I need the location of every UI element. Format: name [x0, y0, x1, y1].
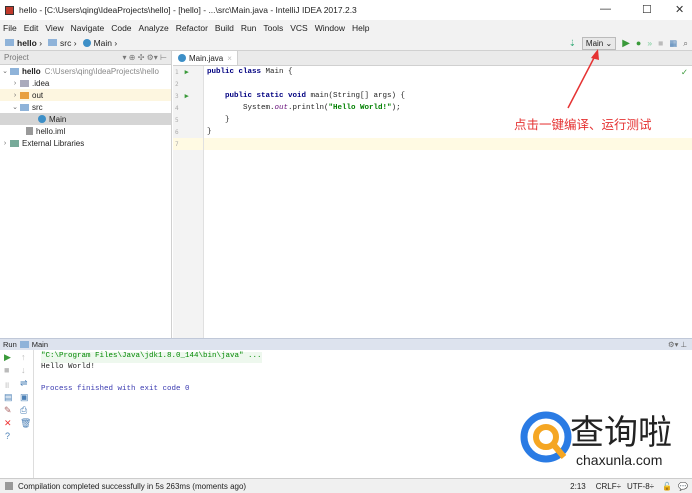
line-separator[interactable]: CRLF÷ [596, 482, 621, 491]
stop-button[interactable]: ■ [4, 365, 9, 375]
watermark-logo: 查询啦 chaxunla.com [518, 405, 688, 475]
breadcrumb-src[interactable]: src › [48, 38, 77, 48]
title-bar: hello - [C:\Users\qing\IdeaProjects\hell… [0, 0, 692, 20]
caret-position[interactable]: 2:13 [570, 482, 586, 491]
tab-main-java[interactable]: Main.java × [173, 51, 238, 65]
gutter: 1 ▶ 2 3 ▶ 4 5 6 7 [173, 66, 204, 338]
close-button[interactable]: ✕ [675, 3, 684, 16]
encoding[interactable]: UTF-8÷ [627, 482, 654, 491]
menu-file[interactable]: File [3, 23, 17, 33]
app-icon [5, 5, 14, 15]
coverage-button[interactable]: » [647, 38, 652, 48]
maximize-button[interactable]: ☐ [642, 3, 652, 16]
editor[interactable]: Main.java × 1 ▶ 2 3 ▶ 4 5 6 7 public class … [173, 51, 692, 338]
lock-icon[interactable]: 🔓 [662, 482, 672, 491]
console-output[interactable]: "C:\Program Files\Java\jdk1.8.0_144\bin\… [41, 352, 262, 396]
class-icon [178, 54, 186, 62]
rerun-button[interactable]: ▶ [4, 352, 11, 363]
soft-wrap-icon[interactable]: ⇌ [20, 378, 28, 389]
menu-refactor[interactable]: Refactor [176, 23, 208, 33]
watermark-url: chaxunla.com [576, 452, 663, 468]
menu-tools[interactable]: Tools [263, 23, 283, 33]
stop-button[interactable]: ■ [658, 38, 663, 48]
clear-icon[interactable]: 🗑 [20, 418, 31, 429]
tree-item-src[interactable]: ⌄ src [0, 101, 171, 113]
menu-edit[interactable]: Edit [24, 23, 39, 33]
tree-item-external-libraries[interactable]: › External Libraries [0, 137, 171, 149]
project-view-select[interactable]: Project [4, 53, 29, 62]
search-icon[interactable]: ⌕ [683, 38, 688, 49]
annotation-arrow [567, 49, 599, 109]
tree-item-main[interactable]: Main [0, 113, 171, 125]
project-structure-button[interactable]: ▦ [669, 38, 677, 49]
code-area[interactable]: public class Main { public static void m… [204, 66, 692, 150]
status-message: Compilation completed successfully in 5s… [18, 481, 247, 491]
menu-navigate[interactable]: Navigate [71, 23, 105, 33]
menu-analyze[interactable]: Analyze [139, 23, 169, 33]
folder-icon [20, 103, 29, 111]
library-icon [10, 139, 19, 147]
menu-help[interactable]: Help [352, 23, 369, 33]
folder-icon [20, 91, 29, 99]
tree-item-idea[interactable]: › .idea [0, 77, 171, 89]
breadcrumb-main[interactable]: Main › [82, 38, 117, 48]
tree-item-out[interactable]: › out [0, 89, 171, 101]
menu-vcs[interactable]: VCS [290, 23, 307, 33]
annotation-text: 点击一键编译、运行测试 [514, 118, 652, 132]
menu-code[interactable]: Code [111, 23, 131, 33]
settings-icon[interactable]: ⚙▾ ⊥ [668, 340, 692, 349]
run-toolbar-left: ▶ ■ ॥ ▤ ✎ ✕ ? ↑ ↓ ⇌ ▣ ⎙ 🗑 [0, 350, 34, 478]
pin-icon[interactable]: ✎ [4, 405, 12, 416]
project-panel: Project ▾ ⊕ ✣ ⚙▾ ⊢ ⌄ hello C:\Users\qing\Id… [0, 51, 172, 338]
close-tab-icon[interactable]: × [227, 54, 232, 63]
pause-button[interactable]: ॥ [4, 378, 9, 391]
run-button[interactable]: ▶ [622, 38, 630, 49]
run-gutter-icon[interactable]: ▶ [185, 92, 189, 100]
tree-item-hello-iml[interactable]: hello.iml [0, 125, 171, 137]
menu-view[interactable]: View [45, 23, 63, 33]
folder-icon [48, 39, 58, 46]
run-gutter-icon[interactable]: ▶ [185, 68, 189, 76]
folder-icon [20, 79, 29, 87]
status-bar: Compilation completed successfully in 5s… [0, 478, 692, 493]
tree-item-hello[interactable]: ⌄ hello C:\Users\qing\IdeaProjects\hello [0, 65, 171, 77]
watermark-text: 查询啦 [570, 413, 672, 453]
up-arrow-icon[interactable]: ↑ [21, 352, 26, 362]
print-icon[interactable]: ⎙ [20, 405, 27, 416]
class-icon [38, 115, 46, 123]
file-icon [26, 127, 33, 135]
module-icon [5, 39, 14, 46]
menu-run[interactable]: Run [241, 23, 257, 33]
menu-build[interactable]: Build [215, 23, 234, 33]
build-icon[interactable]: ⇣ [569, 38, 576, 49]
down-arrow-icon[interactable]: ↓ [21, 365, 26, 375]
console-icon [19, 341, 29, 348]
run-tab-main[interactable]: Main [32, 340, 48, 349]
event-log-icon[interactable]: 💬 [678, 482, 692, 491]
module-icon [10, 67, 19, 75]
scroll-end-icon[interactable]: ▣ [20, 392, 29, 403]
check-icon: ✓ [680, 67, 688, 77]
breadcrumb-hello[interactable]: hello › [5, 38, 42, 48]
window-title: hello - [C:\Users\qing\IdeaProjects\hell… [19, 5, 357, 15]
panel-tools-icons[interactable]: ▾ ⊕ ✣ ⚙▾ ⊢ [123, 53, 171, 62]
menu-bar: File Edit View Navigate Code Analyze Ref… [0, 20, 692, 35]
project-header: Project ▾ ⊕ ✣ ⚙▾ ⊢ [0, 51, 171, 65]
debug-button[interactable]: ● [636, 38, 641, 48]
close-icon[interactable]: ✕ [4, 418, 12, 429]
dump-threads-icon[interactable]: ▤ [4, 392, 13, 403]
menu-window[interactable]: Window [315, 23, 345, 33]
run-label: Run [3, 340, 17, 349]
class-icon [82, 38, 91, 47]
help-icon[interactable]: ? [5, 431, 10, 441]
minimize-button[interactable]: — [600, 3, 611, 15]
toggle-tool-windows-icon[interactable] [5, 482, 13, 490]
